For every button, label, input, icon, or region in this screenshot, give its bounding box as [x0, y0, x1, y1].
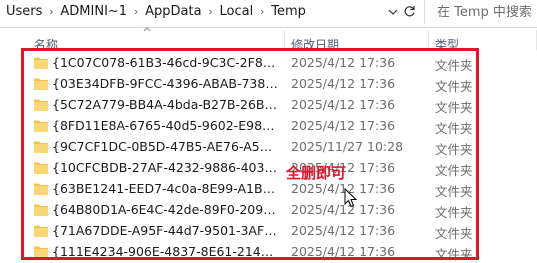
column-name[interactable]: 名称: [34, 36, 58, 53]
file-name: {71A67DDE-A95F-44d7-9501-3AF567...: [52, 223, 280, 238]
folder-icon: [34, 78, 48, 90]
chevron-down-icon: [388, 9, 398, 15]
file-type: 文件夹: [435, 205, 473, 220]
refresh-icon: [404, 6, 415, 17]
annotation-label: 全删即可: [286, 164, 347, 182]
file-name: {8FD11E8A-6765-40d5-9602-E98C801...: [52, 118, 280, 133]
list-item[interactable]: {71A67DDE-A95F-44d7-9501-3AF567... 2025/…: [0, 220, 537, 242]
folder-icon: [34, 246, 48, 258]
breadcrumb-item-appdata[interactable]: AppData: [143, 4, 203, 19]
search-input[interactable]: [437, 4, 537, 20]
breadcrumb-item-temp[interactable]: Temp: [269, 4, 308, 19]
folder-icon: [34, 141, 48, 153]
list-item[interactable]: {64B80D1A-6E4C-42de-89F0-20921C... 2025/…: [0, 199, 537, 221]
refresh-button[interactable]: [400, 2, 418, 21]
folder-icon: [34, 57, 48, 69]
file-name: {03E34DFB-9FCC-4396-ABAB-738CA8...: [52, 76, 280, 91]
modified-date: 2025/4/12 17:36: [291, 55, 396, 70]
breadcrumb-item-admini[interactable]: ADMINI~1: [58, 4, 129, 19]
file-type: 文件夹: [435, 100, 473, 115]
modified-date: 2025/4/12 17:36: [291, 223, 396, 238]
file-type: 文件夹: [435, 184, 473, 199]
breadcrumb: Users › ADMINI~1 › AppData › Local › Tem…: [4, 0, 414, 23]
file-type: 文件夹: [435, 142, 473, 157]
chevron-right-icon[interactable]: ›: [204, 5, 218, 18]
modified-date: 2025/4/12 17:36: [291, 97, 396, 112]
chevron-right-icon[interactable]: ›: [44, 5, 58, 18]
file-name: {1C07C078-61B3-46cd-9C3C-2F8AEE...: [52, 55, 280, 70]
list-item[interactable]: {63BE1241-EED7-4c0a-8E99-A1BDDC... 2025/…: [0, 178, 537, 200]
list-item[interactable]: {9C7CF1DC-0B5D-47B5-AE76-A5AD4... 2025/1…: [0, 136, 537, 158]
folder-icon: [34, 162, 48, 174]
breadcrumb-item-local[interactable]: Local: [218, 4, 256, 19]
file-name: {5C72A779-BB4A-4bda-B27B-26B0D...: [52, 97, 280, 112]
list-item[interactable]: {5C72A779-BB4A-4bda-B27B-26B0D... 2025/4…: [0, 94, 537, 116]
search-box[interactable]: [424, 0, 537, 24]
file-type: 文件夹: [435, 79, 473, 94]
folder-icon: [34, 183, 48, 195]
list-item[interactable]: {10CFCBDB-27AF-4232-9886-403D58... 2025/…: [0, 157, 537, 179]
modified-date: 2025/4/12 17:36: [291, 76, 396, 91]
list-item[interactable]: {1C07C078-61B3-46cd-9C3C-2F8AEE... 2025/…: [0, 52, 537, 74]
file-type: 文件夹: [435, 247, 473, 262]
address-bar[interactable]: Users › ADMINI~1 › AppData › Local › Tem…: [0, 0, 537, 28]
file-name: {111E4234-906E-4837-8E61-214A5FC...: [52, 244, 280, 259]
modified-date: 2025/11/27 10:28: [291, 139, 404, 154]
mouse-cursor-icon: [344, 188, 358, 208]
file-name: {64B80D1A-6E4C-42de-89F0-20921C...: [52, 202, 280, 217]
sort-ascending-icon: [143, 27, 151, 32]
file-name: {9C7CF1DC-0B5D-47B5-AE76-A5AD4...: [52, 139, 280, 154]
column-type[interactable]: 类型: [435, 36, 459, 53]
list-item[interactable]: {03E34DFB-9FCC-4396-ABAB-738CA8... 2025/…: [0, 73, 537, 95]
modified-date: 2025/4/12 17:36: [291, 118, 396, 133]
list-item[interactable]: {8FD11E8A-6765-40d5-9602-E98C801... 2025…: [0, 115, 537, 137]
folder-icon: [34, 120, 48, 132]
modified-date: 2025/4/12 17:36: [291, 244, 396, 259]
file-type: 文件夹: [435, 121, 473, 136]
folder-icon: [34, 204, 48, 216]
column-divider[interactable]: [428, 30, 429, 50]
list-item[interactable]: {111E4234-906E-4837-8E61-214A5FC... 2025…: [0, 241, 537, 263]
file-name: {63BE1241-EED7-4c0a-8E99-A1BDDC...: [52, 181, 280, 196]
column-divider[interactable]: [284, 30, 285, 50]
file-type: 文件夹: [435, 58, 473, 73]
file-type: 文件夹: [435, 226, 473, 241]
chevron-right-icon[interactable]: ›: [129, 5, 143, 18]
column-header: 名称 修改日期 类型: [0, 28, 537, 52]
file-type: 文件夹: [435, 163, 473, 178]
breadcrumb-item-users[interactable]: Users: [4, 4, 44, 19]
folder-icon: [34, 225, 48, 237]
column-date[interactable]: 修改日期: [291, 36, 339, 53]
folder-icon: [34, 99, 48, 111]
file-name: {10CFCBDB-27AF-4232-9886-403D58...: [52, 160, 280, 175]
chevron-right-icon[interactable]: ›: [255, 5, 269, 18]
